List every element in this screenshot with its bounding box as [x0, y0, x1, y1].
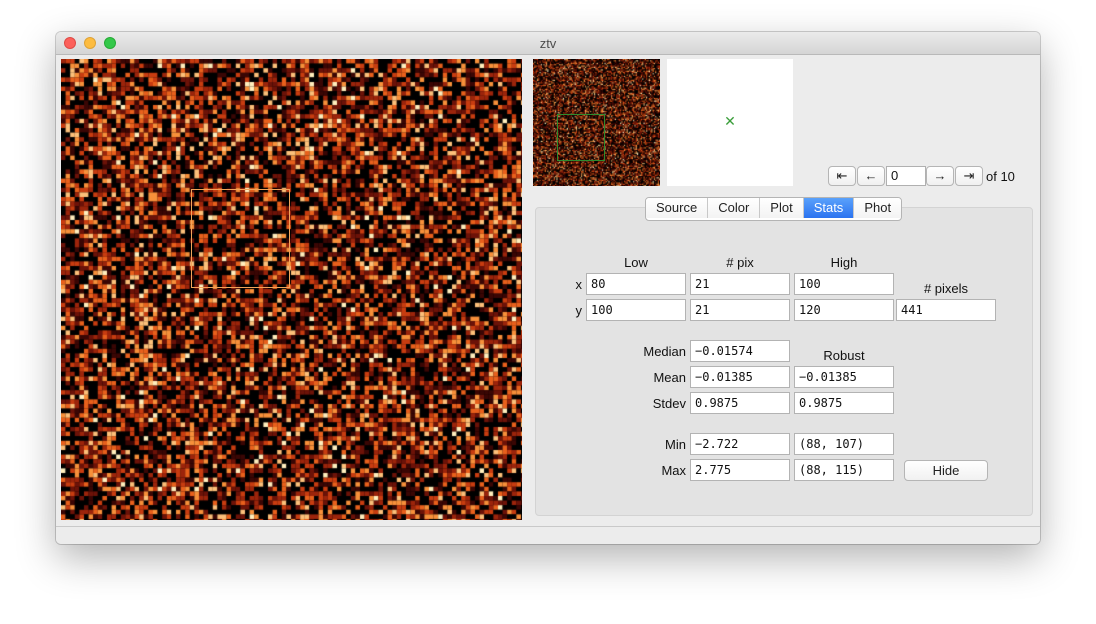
zoom-view: ✕ — [667, 59, 793, 186]
next-frame-button[interactable]: → — [926, 166, 954, 186]
npixels-header: # pixels — [923, 281, 969, 296]
y-low-field[interactable]: 100 — [586, 299, 686, 321]
npixels-field: 441 — [896, 299, 996, 321]
min-value-field: −2.722 — [690, 433, 790, 455]
y-row-label: y — [575, 303, 583, 318]
max-label: Max — [661, 463, 686, 478]
y-npix-field[interactable]: 21 — [690, 299, 790, 321]
median-label: Median — [643, 344, 686, 359]
x-low-field[interactable]: 80 — [586, 273, 686, 295]
robust-stdev-field: 0.9875 — [794, 392, 894, 414]
robust-header: Robust — [823, 348, 865, 363]
hide-button[interactable]: Hide — [904, 460, 988, 481]
median-value-field: −0.01574 — [690, 340, 790, 362]
main-image-view[interactable] — [61, 59, 522, 520]
stats-region-box[interactable] — [191, 189, 290, 288]
frame-number-input[interactable]: 0 — [886, 166, 926, 186]
first-frame-button[interactable]: ⇤ — [828, 166, 856, 186]
cursor-cross-icon: ✕ — [724, 113, 736, 129]
tab-stats[interactable]: Stats — [803, 198, 855, 218]
status-bar — [56, 526, 1040, 544]
tab-color[interactable]: Color — [708, 198, 761, 218]
max-location-field: (88, 115) — [794, 459, 894, 481]
min-location-field: (88, 107) — [794, 433, 894, 455]
tab-phot[interactable]: Phot — [854, 198, 902, 218]
stdev-value-field: 0.9875 — [690, 392, 790, 414]
main-image-canvas[interactable] — [61, 59, 522, 520]
panel-tabs: Source Color Plot Stats Phot — [645, 197, 903, 221]
previous-frame-button[interactable]: ← — [857, 166, 885, 186]
tab-plot[interactable]: Plot — [760, 198, 804, 218]
frame-count-label: of 10 — [986, 169, 1015, 184]
stdev-label: Stdev — [652, 396, 686, 411]
mean-value-field: −0.01385 — [690, 366, 790, 388]
x-high-field[interactable]: 100 — [794, 273, 894, 295]
last-frame-button[interactable]: ⇥ — [955, 166, 983, 186]
x-npix-field[interactable]: 21 — [690, 273, 790, 295]
y-high-field[interactable]: 120 — [794, 299, 894, 321]
low-header: Low — [624, 255, 648, 270]
max-value-field: 2.775 — [690, 459, 790, 481]
tab-source[interactable]: Source — [646, 198, 709, 218]
high-header: High — [830, 255, 858, 270]
npix-header: # pix — [726, 255, 754, 270]
robust-mean-field: −0.01385 — [794, 366, 894, 388]
window-title: ztv — [539, 36, 557, 51]
overview-image[interactable] — [533, 59, 660, 186]
x-row-label: x — [575, 277, 583, 292]
title-bar: ztv — [56, 32, 1040, 55]
app-window: ztv ✕ ⇤ ← 0 → ⇥ of 10 Source Color Plot … — [56, 32, 1040, 544]
mean-label: Mean — [653, 370, 686, 385]
overview-view-box[interactable] — [557, 114, 605, 161]
min-label: Min — [665, 437, 686, 452]
